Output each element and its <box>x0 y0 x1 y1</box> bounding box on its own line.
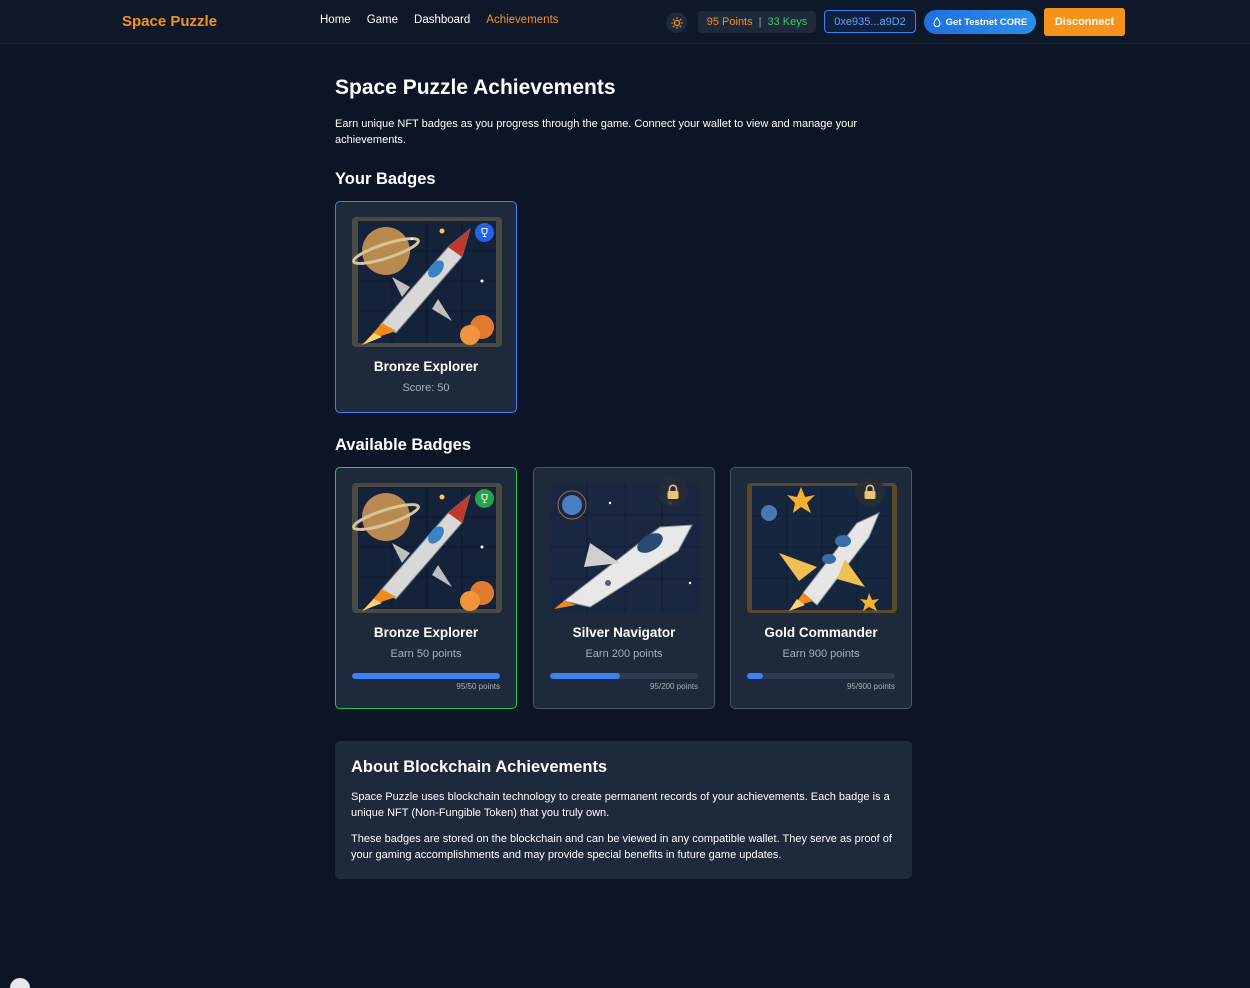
available-badges-heading: Available Badges <box>335 436 472 454</box>
badge-name: Bronze Explorer <box>373 625 479 640</box>
badge-progress-fill <box>352 673 500 679</box>
about-heading: About Blockchain Achievements <box>351 758 608 776</box>
badge-card-silver-navigator[interactable]: Silver Navigator Earn 200 points 95/200 … <box>533 467 715 709</box>
about-paragraph-2: These badges are stored on the blockchai… <box>351 833 892 861</box>
your-badges-heading: Your Badges <box>335 170 436 188</box>
trophy-icon <box>475 223 494 242</box>
badge-progress-fill <box>550 673 621 679</box>
badge-score: Score: 50 <box>402 382 450 394</box>
badge-name: Silver Navigator <box>572 625 676 640</box>
badge-progress-fill <box>747 673 763 679</box>
badge-progress-bar <box>550 673 698 679</box>
about-paragraph-1: Space Puzzle uses blockchain technology … <box>351 791 890 819</box>
badge-requirement: Earn 900 points <box>782 648 860 660</box>
main-nav: Home Game Dashboard Achievements <box>320 14 575 26</box>
sun-icon <box>670 16 683 29</box>
stats-divider: | <box>758 16 762 28</box>
badge-progress-text: 95/50 points <box>456 682 500 691</box>
badge-progress-bar <box>352 673 500 679</box>
nav-game[interactable]: Game <box>367 14 398 26</box>
player-stats: 95 Points | 33 Keys <box>698 11 816 33</box>
get-testnet-core-button[interactable]: Get Testnet CORE <box>924 10 1036 34</box>
badge-progress-bar <box>747 673 895 679</box>
droplet-icon <box>933 17 941 27</box>
badge-requirement: Earn 200 points <box>585 648 663 660</box>
nav-dashboard[interactable]: Dashboard <box>414 14 470 26</box>
lock-icon <box>855 477 885 507</box>
page-title: Space Puzzle Achievements <box>335 76 616 99</box>
points-count: 95 Points <box>706 16 753 28</box>
faucet-label: Get Testnet CORE <box>945 16 1028 28</box>
top-navbar: Space Puzzle Home Game Dashboard Achieve… <box>0 0 1250 44</box>
trophy-icon <box>475 489 494 508</box>
badge-card-gold-commander[interactable]: Gold Commander Earn 900 points 95/900 po… <box>730 467 912 709</box>
badge-progress-text: 95/900 points <box>846 682 895 691</box>
theme-toggle-button[interactable] <box>666 12 687 33</box>
badge-name: Bronze Explorer <box>373 359 479 374</box>
about-panel: About Blockchain Achievements Space Puzz… <box>335 741 912 879</box>
badge-name: Gold Commander <box>764 625 878 640</box>
badge-card-bronze-explorer[interactable]: Bronze Explorer Earn 50 points 95/50 poi… <box>335 467 517 709</box>
nav-achievements[interactable]: Achievements <box>486 14 558 26</box>
nav-home[interactable]: Home <box>320 14 351 26</box>
page-intro: Earn unique NFT badges as you progress t… <box>335 118 857 146</box>
disconnect-button[interactable]: Disconnect <box>1044 8 1125 36</box>
keys-count: 33 Keys <box>767 16 808 28</box>
owned-badge-card[interactable]: Bronze Explorer Score: 50 <box>335 201 517 413</box>
brand-logo[interactable]: Space Puzzle <box>122 13 217 30</box>
lock-icon <box>658 477 688 507</box>
badge-requirement: Earn 50 points <box>390 648 462 660</box>
wallet-address-button[interactable]: 0xe935...a9D2 <box>824 10 916 33</box>
dev-tools-icon[interactable] <box>10 978 30 988</box>
badge-progress-text: 95/200 points <box>649 682 698 691</box>
